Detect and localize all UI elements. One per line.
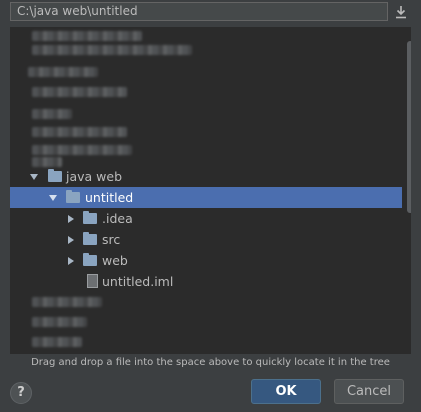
blurred-tree-item[interactable] (32, 127, 127, 137)
blurred-tree-item[interactable] (32, 337, 82, 347)
tree-node-label: src (102, 232, 121, 247)
folder-icon (66, 190, 80, 203)
tree-node-idea[interactable]: .idea (10, 208, 402, 229)
tree-node-untitled-iml[interactable]: untitled.iml (10, 271, 402, 292)
blurred-tree-item[interactable] (32, 45, 192, 55)
download-arrow-icon (396, 6, 406, 19)
tree-node-label: untitled.iml (102, 274, 174, 289)
tree-node-web[interactable]: web (10, 250, 402, 271)
expand-arrow-icon[interactable] (30, 174, 38, 180)
expand-arrow-icon[interactable] (49, 195, 57, 201)
drag-drop-hint: Drag and drop a file into the space abov… (31, 357, 390, 368)
tree-node-label: .idea (102, 211, 133, 226)
tree-node-src[interactable]: src (10, 229, 402, 250)
folder-icon (83, 253, 97, 266)
file-tree[interactable]: java web untitled .idea src web untitled… (10, 27, 411, 354)
folder-icon (83, 232, 97, 245)
blurred-tree-item[interactable] (32, 297, 102, 307)
tree-node-untitled[interactable]: untitled (10, 187, 402, 208)
blurred-tree-item[interactable] (32, 31, 142, 41)
tree-node-label: java web (66, 169, 123, 184)
tree-node-java-web[interactable]: java web (10, 166, 402, 187)
collapsed-arrow-icon[interactable] (68, 257, 74, 265)
path-input[interactable]: C:\java web\untitled (10, 2, 388, 21)
tree-scrollbar-thumb[interactable] (407, 41, 411, 213)
tree-node-label: untitled (85, 190, 134, 205)
ok-button[interactable]: OK (251, 379, 321, 404)
blurred-tree-item[interactable] (32, 87, 127, 97)
cancel-button[interactable]: Cancel (334, 379, 404, 404)
help-button[interactable]: ? (10, 382, 32, 404)
module-file-icon (87, 274, 98, 288)
tree-node-label: web (102, 253, 128, 268)
blurred-tree-item[interactable] (28, 67, 98, 77)
collapsed-arrow-icon[interactable] (68, 215, 74, 223)
folder-icon (48, 169, 62, 182)
collapsed-arrow-icon[interactable] (68, 236, 74, 244)
blurred-tree-item[interactable] (32, 145, 132, 155)
blurred-tree-item[interactable] (32, 109, 72, 119)
download-button[interactable] (392, 3, 410, 21)
folder-icon (83, 211, 97, 224)
blurred-tree-item[interactable] (32, 317, 87, 327)
